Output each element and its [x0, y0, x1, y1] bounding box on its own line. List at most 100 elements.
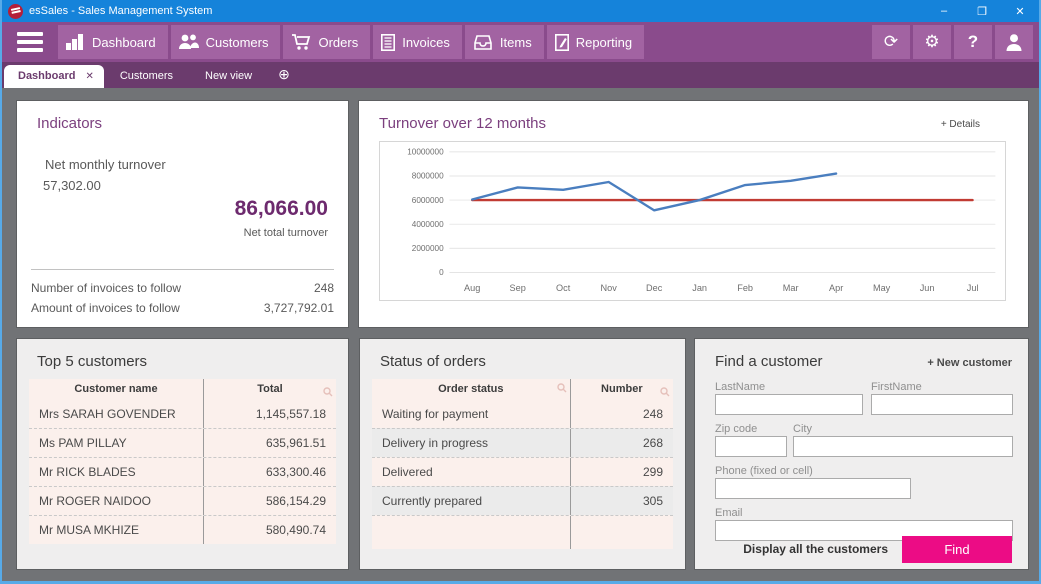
svg-text:6000000: 6000000 [412, 195, 444, 205]
zipcode-label: Zip code [715, 423, 757, 435]
box-icon [473, 34, 493, 50]
nav-reporting-button[interactable]: Reporting [547, 25, 644, 59]
nav-dashboard-button[interactable]: Dashboard [58, 25, 168, 59]
table-header: Customer name Total [29, 379, 336, 399]
svg-text:Mar: Mar [783, 283, 799, 293]
top-customers-panel: Top 5 customers Customer name Total Mrs … [16, 338, 349, 570]
tab-customers[interactable]: Customers [104, 65, 189, 88]
divider [31, 269, 334, 270]
svg-text:Jun: Jun [920, 283, 935, 293]
main-toolbar: Dashboard Customers Orders Invoices Item… [2, 22, 1039, 62]
svg-text:10000000: 10000000 [407, 147, 444, 157]
lastname-label: LastName [715, 381, 765, 393]
turnover-chart-panel: Turnover over 12 months + Details 0 20000… [358, 100, 1029, 328]
maximize-button[interactable]: ❐ [963, 0, 1001, 22]
svg-text:0: 0 [439, 267, 444, 277]
svg-text:Aug: Aug [464, 283, 480, 293]
firstname-field[interactable] [871, 394, 1013, 415]
firstname-label: FirstName [871, 381, 922, 393]
table-header: Order status Number [372, 379, 673, 399]
indicators-title: Indicators [37, 115, 102, 132]
city-label: City [793, 423, 812, 435]
chart-title: Turnover over 12 months [379, 115, 546, 132]
settings-gear-icon[interactable]: ⚙ [913, 25, 951, 59]
net-total-turnover-value: 86,066.00 [235, 197, 328, 221]
people-icon [179, 34, 199, 50]
table-row[interactable]: Mr ROGER NAIDOO 586,154.29 [29, 486, 336, 515]
window-titlebar: esSales - Sales Management System – ❐ ✕ [2, 0, 1039, 22]
lastname-field[interactable] [715, 394, 863, 415]
user-profile-icon[interactable] [995, 25, 1033, 59]
cart-icon [291, 34, 311, 51]
dashboard-content: Indicators Net monthly turnover 57,302.0… [4, 88, 1037, 581]
svg-text:Oct: Oct [556, 283, 571, 293]
search-magnifier-icon [660, 387, 670, 397]
window-controls: – ❐ ✕ [925, 0, 1039, 22]
bar-chart-icon [66, 34, 85, 50]
hamburger-menu-icon[interactable] [8, 25, 52, 59]
close-button[interactable]: ✕ [1001, 0, 1039, 22]
nav-invoices-button[interactable]: Invoices [373, 25, 462, 59]
email-label: Email [715, 507, 743, 519]
order-status-panel: Status of orders Order status Number Wai… [359, 338, 686, 570]
order-status-title: Status of orders [380, 353, 486, 370]
turnover-line-chart: 0 2000000 4000000 6000000 8000000 10000000 Aug… [379, 141, 1006, 301]
app-logo-icon [8, 4, 23, 19]
phone-label: Phone (fixed or cell) [715, 465, 813, 477]
search-magnifier-icon [557, 383, 567, 393]
minimize-button[interactable]: – [925, 0, 963, 22]
table-row[interactable]: Ms PAM PILLAY 635,961.51 [29, 428, 336, 457]
svg-text:May: May [873, 283, 891, 293]
tab-dashboard[interactable]: Dashboard ✕ [4, 65, 104, 88]
table-row[interactable]: Delivery in progress 268 [372, 428, 673, 457]
display-all-customers-link[interactable]: Display all the customers [743, 542, 888, 556]
phone-field[interactable] [715, 478, 911, 499]
net-monthly-turnover-value: 57,302.00 [43, 178, 101, 193]
svg-text:Dec: Dec [646, 283, 663, 293]
svg-text:4000000: 4000000 [412, 219, 444, 229]
table-row[interactable]: Waiting for payment 248 [372, 399, 673, 428]
svg-text:Nov: Nov [601, 283, 618, 293]
svg-text:Apr: Apr [829, 283, 843, 293]
top-customers-title: Top 5 customers [37, 353, 147, 370]
nav-customers-button[interactable]: Customers [171, 25, 281, 59]
view-tabstrip: Dashboard ✕ Customers New view ⊕ [2, 62, 1039, 88]
net-total-turnover-label: Net total turnover [244, 227, 328, 239]
order-status-table: Order status Number Waiting for payment … [372, 379, 673, 549]
top-customers-table: Customer name Total Mrs SARAH GOVENDER 1… [29, 379, 336, 544]
city-field[interactable] [793, 436, 1013, 457]
table-row[interactable]: Delivered 299 [372, 457, 673, 486]
net-monthly-turnover-label: Net monthly turnover [45, 157, 166, 172]
svg-text:8000000: 8000000 [412, 171, 444, 181]
tab-new-view[interactable]: New view [189, 65, 268, 88]
window-title: esSales - Sales Management System [29, 5, 925, 17]
svg-text:Feb: Feb [737, 283, 753, 293]
table-row[interactable]: Mr MUSA MKHIZE 580,490.74 [29, 515, 336, 544]
invoices-amount-row: Amount of invoices to follow 3,727,792.0… [31, 301, 334, 315]
find-customer-panel: Find a customer + New customer LastName … [694, 338, 1029, 570]
find-customer-title: Find a customer [715, 353, 823, 370]
nav-orders-button[interactable]: Orders [283, 25, 370, 59]
details-link[interactable]: + Details [941, 119, 980, 130]
table-row[interactable]: Currently prepared 305 [372, 486, 673, 515]
find-button[interactable]: Find [902, 536, 1012, 563]
new-customer-link[interactable]: + New customer [927, 357, 1012, 369]
report-icon [555, 34, 569, 51]
add-tab-icon[interactable]: ⊕ [268, 62, 300, 88]
svg-text:Sep: Sep [510, 283, 526, 293]
tab-close-icon[interactable]: ✕ [85, 71, 93, 82]
svg-text:Jan: Jan [692, 283, 707, 293]
invoice-icon [381, 34, 395, 51]
search-magnifier-icon [323, 387, 333, 397]
table-row[interactable]: Mr RICK BLADES 633,300.46 [29, 457, 336, 486]
refresh-icon[interactable]: ⟳ [872, 25, 910, 59]
nav-items-button[interactable]: Items [465, 25, 544, 59]
svg-text:Jul: Jul [967, 283, 979, 293]
svg-text:2000000: 2000000 [412, 243, 444, 253]
table-row[interactable]: Mrs SARAH GOVENDER 1,145,557.18 [29, 399, 336, 428]
invoices-count-row: Number of invoices to follow 248 [31, 281, 334, 295]
zipcode-field[interactable] [715, 436, 787, 457]
table-row[interactable] [372, 515, 673, 549]
indicators-panel: Indicators Net monthly turnover 57,302.0… [16, 100, 349, 328]
help-icon[interactable]: ? [954, 25, 992, 59]
